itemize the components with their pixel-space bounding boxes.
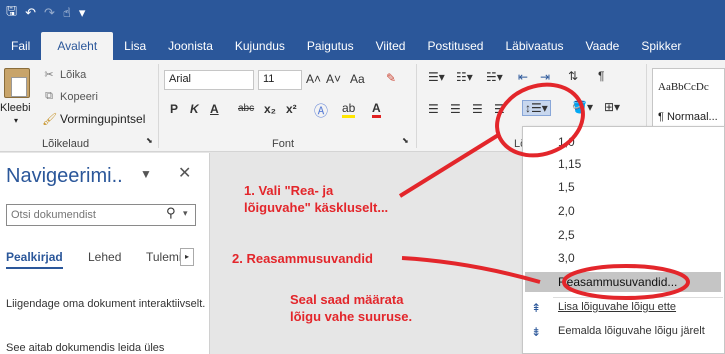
annotation-overlay <box>398 82 690 300</box>
highlight-ellipse-line-spacing <box>495 82 585 158</box>
pointer-line-2 <box>401 256 541 284</box>
pointer-line-1 <box>398 132 502 198</box>
highlight-ellipse-options <box>562 264 690 300</box>
